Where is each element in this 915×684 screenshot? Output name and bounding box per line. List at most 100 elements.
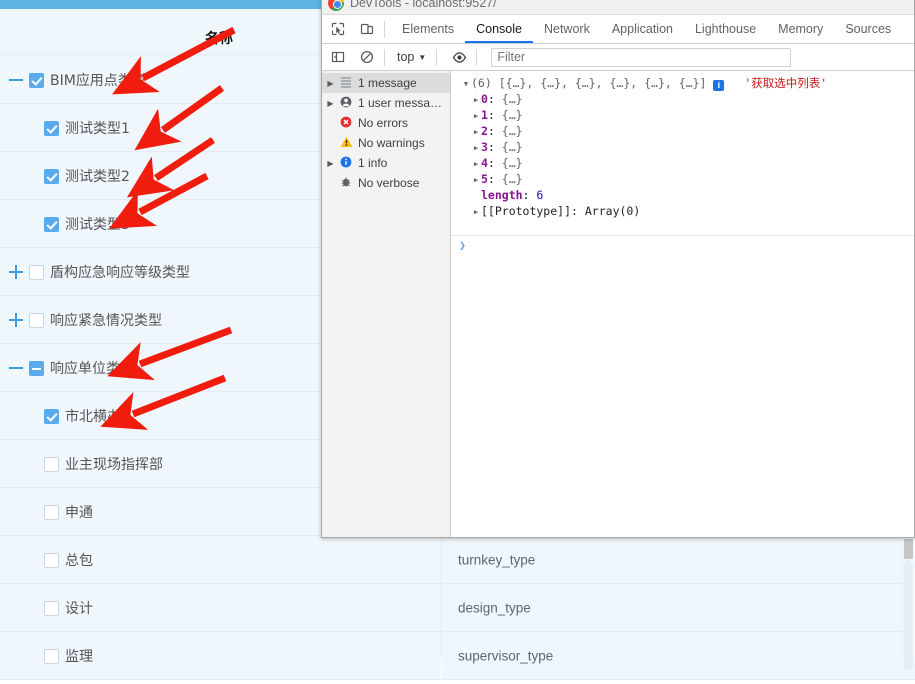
devtools-tabbar: Elements Console Network Application Lightho… [322,15,914,44]
console-array-entry: ▶ 2: {…} [457,123,914,139]
console-sidebar-item-label: 1 user messa… [358,96,443,110]
filterbar-divider-3 [476,48,478,66]
console-filter-input[interactable] [491,47,792,67]
value-row-text: design_type [458,600,531,615]
tree-row-checkbox[interactable] [29,264,44,280]
chevron-down-icon[interactable]: ▼ [461,76,471,92]
array-entry-value[interactable]: {…} [502,172,523,186]
tree-row-checkbox[interactable] [44,552,59,568]
array-entry-value[interactable]: {…} [502,156,523,170]
devtools-tab-network[interactable]: Network [533,15,601,43]
chevron-right-icon[interactable]: ▶ [324,159,337,168]
array-entry-value[interactable]: {…} [502,124,523,138]
devtools-tab-application[interactable]: Application [601,15,684,43]
console-sidebar: ▶ 1 message ▶ 1 user messa… No errors No warn… [322,71,451,537]
devtools-tab-sources[interactable]: Sources [834,15,902,43]
devtools-tab-lighthouse[interactable]: Lighthouse [684,15,767,43]
page-scrollbar-thumb[interactable] [904,560,913,670]
console-sidebar-item[interactable]: ▶ 1 user messa… [322,93,450,113]
console-sidebar-item[interactable]: No warnings [322,133,450,153]
array-length-key: length [481,188,523,202]
tree-row-content: 盾构应急响应等级类型 [0,248,190,296]
chevron-right-icon[interactable]: ▶ [324,79,337,88]
console-sidebar-item-label: 1 message [358,76,417,90]
tree-row-content: 设计 [0,584,93,632]
chevron-right-icon[interactable]: ▶ [471,172,481,188]
array-entry-value[interactable]: {…} [502,92,523,106]
execution-context-selector[interactable]: top ▼ [391,50,432,64]
console-sidebar-item[interactable]: No errors [322,113,450,133]
chevron-right-icon[interactable]: ▶ [471,156,481,172]
tree-row[interactable]: 总包 [0,536,441,584]
devtools-tab-memory[interactable]: Memory [767,15,834,43]
tree-row-checkbox[interactable] [44,600,59,616]
value-row: turnkey_type [442,536,915,584]
tree-row-checkbox[interactable] [44,216,59,232]
console-array-entry: ▶ 1: {…} [457,107,914,123]
array-entry-value[interactable]: {…} [502,140,523,154]
console-array-header: ▼ (6) [{…}, {…}, {…}, {…}, {…}, {…}] i '获取… [457,75,914,91]
console-sidebar-item[interactable]: No verbose [322,173,450,193]
value-row-text: supervisor_type [458,648,554,663]
tree-row-checkbox[interactable] [44,456,59,472]
tree-row-checkbox[interactable] [29,312,44,328]
page-scrollbar-thumb-upper[interactable] [904,539,913,559]
info-badge-icon[interactable]: i [713,80,725,91]
collapse-icon[interactable] [8,360,24,376]
chevron-right-icon[interactable]: ▶ [471,92,481,108]
tree-row-label: 总包 [65,553,93,569]
show-console-sidebar-icon[interactable] [325,44,351,70]
chevron-right-icon[interactable]: ▶ [471,204,481,220]
console-message-group: ▼ (6) [{…}, {…}, {…}, {…}, {…}, {…}] i '获取… [451,71,914,219]
tree-row-content: 测试类型3 [0,200,130,248]
chevron-right-icon[interactable]: ▶ [324,99,337,108]
tree-row-content: 申通 [0,488,93,536]
tree-row-checkbox[interactable] [44,120,59,136]
value-row: supervisor_type [442,632,915,680]
clear-console-icon[interactable] [354,44,380,70]
tree-row-content: 监理 [0,632,93,680]
console-sidebar-item-label: No errors [358,116,409,130]
tree-row-checkbox[interactable] [29,360,44,376]
devtools-window: DevTools - localhost:9527/ Elements Conso… [321,0,915,538]
devtools-tab-console[interactable]: Console [465,15,533,43]
devtools-titlebar[interactable]: DevTools - localhost:9527/ [322,0,914,15]
array-entry-key: 3 [481,140,488,154]
array-entry-value[interactable]: {…} [502,108,523,122]
console-sidebar-item-label: No warnings [358,136,425,150]
live-expression-icon[interactable] [446,44,472,70]
tree-row-label: 设计 [65,601,93,617]
expand-icon[interactable] [8,312,24,328]
array-length-value: 6 [536,188,544,202]
chevron-right-icon[interactable]: ▶ [471,124,481,140]
array-entry-key: 2 [481,124,488,138]
device-toolbar-icon[interactable] [354,16,380,42]
tree-row-checkbox[interactable] [44,648,59,664]
chevron-right-icon[interactable]: ▶ [471,140,481,156]
console-sidebar-item[interactable]: ▶ 1 message [322,73,450,93]
prototype-value[interactable]: Array(0) [585,204,640,218]
console-array-prototype: ▶ [[Prototype]]: Array(0) [457,203,914,219]
screen: 名称 BIM应用点类型 测试类型1 测试类型2 测试类型3 盾构应急响应等级类型 响应紧急… [0,0,915,684]
tree-row[interactable]: 设计 [0,584,441,632]
console-sidebar-item[interactable]: ▶ 1 info [322,153,450,173]
chevron-down-icon: ▼ [418,52,427,62]
tree-row-checkbox[interactable] [44,504,59,520]
console-prompt[interactable]: ❯ [451,235,914,253]
expand-icon[interactable] [8,264,24,280]
tree-row-content: 总包 [0,536,93,584]
tree-row-checkbox[interactable] [29,72,44,88]
array-entry-key: 0 [481,92,488,106]
tree-row-checkbox[interactable] [44,168,59,184]
tree-row[interactable]: 监理 [0,632,441,680]
console-log-message: '获取选中列表' [744,76,828,90]
error-icon [337,116,355,131]
chevron-right-icon[interactable]: ▶ [471,108,481,124]
console-output: ▼ (6) [{…}, {…}, {…}, {…}, {…}, {…}] i '获取… [451,71,914,537]
array-entry-key: 4 [481,156,488,170]
inspect-element-icon[interactable] [325,16,351,42]
tree-row-checkbox[interactable] [44,408,59,424]
devtools-tab-elements[interactable]: Elements [391,15,465,43]
collapse-icon[interactable] [8,72,24,88]
devtools-tab-list: Elements Console Network Application Lightho… [391,15,902,43]
